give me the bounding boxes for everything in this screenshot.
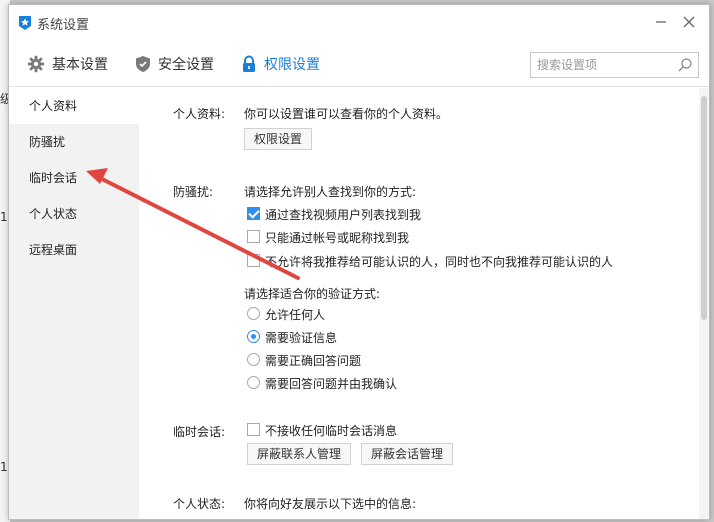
lock-icon	[243, 55, 255, 72]
window-title: 系统设置	[37, 18, 90, 33]
settings-tab-bar: 基本设置 安全设置 权限设置	[9, 39, 709, 87]
radio-require-verify-info[interactable]	[247, 330, 260, 343]
option-label[interactable]: 不接收任何临时会话消息	[265, 422, 397, 439]
profile-description: 你可以设置谁可以查看你的个人资料。	[244, 107, 449, 121]
verify-method-prompt: 请选择适合你的验证方式:	[244, 287, 381, 301]
sidebar-item-status[interactable]: 个人状态	[9, 196, 139, 232]
shield-icon	[136, 56, 150, 72]
minimize-button[interactable]	[653, 14, 669, 30]
radio-require-answer[interactable]	[247, 353, 260, 366]
option-label[interactable]: 需要正确回答问题	[265, 352, 361, 369]
section-label-anti-harass: 防骚扰:	[173, 185, 214, 199]
content-scrollbar[interactable]	[699, 88, 709, 519]
tab-label: 基本设置	[52, 57, 108, 73]
section-label-profile: 个人资料:	[173, 107, 226, 121]
sidebar-item-temp-chat[interactable]: 临时会话	[9, 160, 139, 196]
checkbox-block-temp-chat[interactable]	[247, 423, 260, 436]
app-logo-icon	[19, 16, 31, 30]
option-label[interactable]: 通过查找视频用户列表找到我	[265, 206, 421, 223]
search-box	[530, 52, 699, 78]
scrollbar-thumb[interactable]	[701, 96, 707, 320]
option-label[interactable]: 需要验证信息	[265, 329, 337, 346]
sidebar-item-remote-desktop[interactable]: 远程桌面	[9, 232, 139, 268]
block-chats-manage-button[interactable]: 屏蔽会话管理	[361, 443, 454, 465]
option-label[interactable]: 允许任何人	[265, 306, 325, 323]
radio-require-answer-confirm[interactable]	[247, 376, 260, 389]
section-label-temp-chat: 临时会话:	[173, 425, 226, 439]
permission-settings-button[interactable]: 权限设置	[244, 128, 313, 150]
settings-sidebar: 个人资料 防骚扰 临时会话 个人状态 远程桌面	[9, 88, 139, 519]
background-glyph: 1	[0, 460, 8, 474]
option-label[interactable]: 不允许将我推荐给可能认识的人，同时也不向我推荐可能认识的人	[265, 253, 613, 270]
tab-label: 权限设置	[264, 57, 320, 73]
search-icon[interactable]	[677, 57, 693, 73]
sidebar-item-profile[interactable]: 个人资料	[9, 88, 139, 124]
status-description: 你将向好友展示以下选中的信息:	[244, 497, 417, 511]
tab-basic-settings[interactable]: 基本设置	[27, 53, 108, 75]
checkbox-find-account-only[interactable]	[247, 230, 260, 243]
close-button[interactable]	[681, 14, 697, 30]
block-contacts-manage-button[interactable]: 屏蔽联系人管理	[247, 443, 352, 465]
settings-content: 个人资料: 你可以设置谁可以查看你的个人资料。 权限设置 防骚扰: 请选择允许别…	[139, 88, 699, 519]
radio-allow-anyone[interactable]	[247, 307, 260, 320]
option-label[interactable]: 需要回答问题并由我确认	[265, 375, 397, 392]
section-label-status: 个人状态:	[173, 497, 226, 511]
checkbox-find-video-list[interactable]	[247, 207, 260, 220]
checkbox-no-recommend[interactable]	[247, 254, 260, 267]
search-input[interactable]	[537, 56, 671, 74]
find-method-prompt: 请选择允许别人查找到你的方式:	[244, 185, 417, 199]
tab-label: 安全设置	[158, 57, 214, 73]
gear-icon	[27, 55, 45, 73]
tab-security-settings[interactable]: 安全设置	[135, 53, 214, 75]
sidebar-item-anti-harass[interactable]: 防骚扰	[9, 124, 139, 160]
title-bar[interactable]: 系统设置	[9, 5, 709, 39]
option-label[interactable]: 只能通过帐号或昵称找到我	[265, 229, 409, 246]
settings-window: 系统设置 基本设置 安全设置 权限设置 搜索设置项 个人资料 防骚扰 临时会话 …	[8, 4, 710, 520]
background-glyph: 1	[0, 210, 8, 224]
tab-permission-settings[interactable]: 权限设置	[241, 53, 320, 75]
